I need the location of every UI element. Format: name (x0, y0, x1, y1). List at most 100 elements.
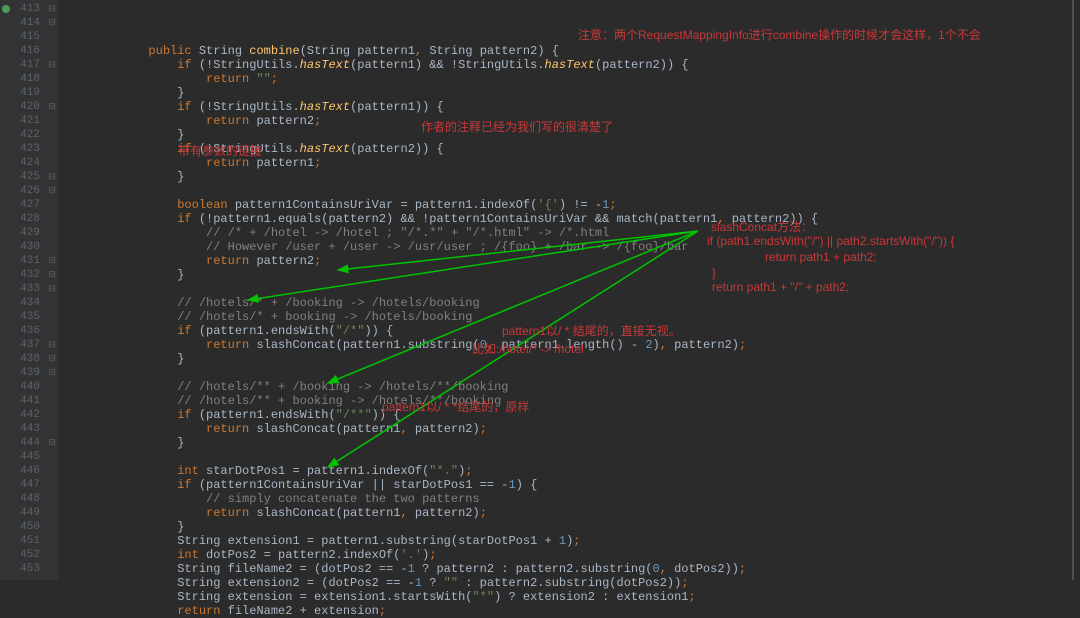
token: } (177, 86, 184, 100)
line-number: 426⊟ (0, 184, 58, 198)
code-line[interactable]: } (62, 352, 1080, 366)
fold-icon[interactable]: ⊟ (48, 366, 56, 380)
code-line[interactable]: String fileName2 = (dotPos2 == -1 ? patt… (62, 562, 1080, 576)
fold-icon[interactable]: ⊟ (48, 58, 56, 72)
line-number: 450 (0, 520, 58, 534)
token: String (199, 44, 249, 58)
fold-icon[interactable]: ⊟ (48, 352, 56, 366)
gutter-mark-icon[interactable] (2, 5, 10, 13)
code-line[interactable]: } (62, 268, 1080, 282)
code-line[interactable]: if (pattern1.endsWith("/**")) { (62, 408, 1080, 422)
token: } (177, 436, 184, 450)
token: (!StringUtils. (199, 142, 300, 156)
code-area[interactable]: public String combine(String pattern1, S… (58, 0, 1080, 580)
code-line[interactable]: } (62, 520, 1080, 534)
token: // /hotels/** + /booking -> /hotels/**/b… (177, 380, 508, 394)
token: , (415, 44, 429, 58)
code-line[interactable]: return slashConcat(pattern1, pattern2); (62, 422, 1080, 436)
fold-icon[interactable]: ⊟ (48, 254, 56, 268)
code-line[interactable]: // /hotels/* + /booking -> /hotels/booki… (62, 296, 1080, 310)
token: "*." (429, 464, 458, 478)
token: ) { (516, 478, 538, 492)
code-line[interactable]: return pattern1; (62, 156, 1080, 170)
token: , (487, 338, 501, 352)
code-line[interactable]: // /hotels/** + /booking -> /hotels/**/b… (62, 380, 1080, 394)
code-line[interactable]: int dotPos2 = pattern2.indexOf('.'); (62, 548, 1080, 562)
line-number: 440 (0, 380, 58, 394)
code-line[interactable]: } (62, 86, 1080, 100)
line-number: 438⊟ (0, 352, 58, 366)
token: , (400, 506, 414, 520)
token: , (400, 422, 414, 436)
token: ; (314, 156, 321, 170)
code-line[interactable]: int starDotPos1 = pattern1.indexOf("*.")… (62, 464, 1080, 478)
code-line[interactable]: } (62, 128, 1080, 142)
token: (!pattern1.equals(pattern2) && !pattern1… (199, 212, 717, 226)
code-line[interactable]: if (!StringUtils.hasText(pattern1)) { (62, 100, 1080, 114)
code-editor[interactable]: 413⊟414⊟415416417⊟418419420⊟421422423424… (0, 0, 1080, 580)
token: ; (465, 464, 472, 478)
code-line[interactable]: } (62, 436, 1080, 450)
fold-icon[interactable]: ⊟ (48, 338, 56, 352)
code-line[interactable]: return ""; (62, 72, 1080, 86)
fold-icon[interactable]: ⊟ (48, 2, 56, 16)
token: ; (681, 576, 688, 590)
code-line[interactable]: String extension1 = pattern1.substring(s… (62, 534, 1080, 548)
code-line[interactable]: // However /user + /user -> /usr/user ; … (62, 240, 1080, 254)
gutter: 413⊟414⊟415416417⊟418419420⊟421422423424… (0, 0, 58, 580)
code-line[interactable]: String extension2 = (dotPos2 == -1 ? "" … (62, 576, 1080, 590)
code-line[interactable]: boolean pattern1ContainsUriVar = pattern… (62, 198, 1080, 212)
token: '{' (537, 198, 559, 212)
fold-icon[interactable]: ⊟ (48, 436, 56, 450)
code-line[interactable]: if (!StringUtils.hasText(pattern2)) { (62, 142, 1080, 156)
code-line[interactable]: // simply concatenate the two patterns (62, 492, 1080, 506)
token: ; (480, 422, 487, 436)
code-line[interactable]: // /hotels/** + booking -> /hotels/**/bo… (62, 394, 1080, 408)
code-line[interactable] (62, 366, 1080, 380)
code-line[interactable] (62, 184, 1080, 198)
token: (String pattern1 (300, 44, 415, 58)
fold-icon[interactable]: ⊟ (48, 268, 56, 282)
token: 0 (480, 338, 487, 352)
code-line[interactable]: String extension = extension1.startsWith… (62, 590, 1080, 604)
code-line[interactable]: return fileName2 + extension; (62, 604, 1080, 618)
code-line[interactable]: return pattern2; (62, 114, 1080, 128)
fold-icon[interactable]: ⊟ (48, 100, 56, 114)
fold-icon[interactable]: ⊟ (48, 184, 56, 198)
token: ; (739, 562, 746, 576)
fold-icon[interactable]: ⊟ (48, 16, 56, 30)
code-line[interactable]: if (pattern1ContainsUriVar || starDotPos… (62, 478, 1080, 492)
code-line[interactable]: } (62, 170, 1080, 184)
code-line[interactable] (62, 282, 1080, 296)
code-line[interactable]: public String combine(String pattern1, S… (62, 44, 1080, 58)
token: slashConcat(pattern1 (256, 506, 400, 520)
fold-icon[interactable]: ⊟ (48, 282, 56, 296)
line-number: 428 (0, 212, 58, 226)
code-line[interactable]: // /* + /hotel -> /hotel ; "/*.*" + "/*.… (62, 226, 1080, 240)
fold-icon[interactable]: ⊟ (48, 170, 56, 184)
token: return (177, 604, 227, 618)
line-number: 425⊟ (0, 170, 58, 184)
code-line[interactable]: if (!pattern1.equals(pattern2) && !patte… (62, 212, 1080, 226)
line-number: 453 (0, 562, 58, 576)
code-line[interactable]: if (pattern1.endsWith("/*")) { (62, 324, 1080, 338)
code-line[interactable]: return slashConcat(pattern1, pattern2); (62, 506, 1080, 520)
code-line[interactable]: if (!StringUtils.hasText(pattern1) && !S… (62, 58, 1080, 72)
token: if (177, 142, 199, 156)
line-number: 434 (0, 296, 58, 310)
token: boolean (177, 198, 235, 212)
token: (!StringUtils. (199, 58, 300, 72)
code-line[interactable]: // /hotels/* + booking -> /hotels/bookin… (62, 310, 1080, 324)
token: int (177, 464, 206, 478)
token: // simply concatenate the two patterns (206, 492, 480, 506)
token: ; (271, 72, 278, 86)
line-number: 449 (0, 506, 58, 520)
code-line[interactable]: return pattern2; (62, 254, 1080, 268)
token: hasText (300, 142, 350, 156)
scrollbar-track[interactable] (1072, 0, 1074, 580)
code-line[interactable]: return slashConcat(pattern1.substring(0,… (62, 338, 1080, 352)
token: if (177, 100, 199, 114)
token: )) { (364, 324, 393, 338)
token: (pattern2)) { (595, 58, 689, 72)
code-line[interactable] (62, 450, 1080, 464)
